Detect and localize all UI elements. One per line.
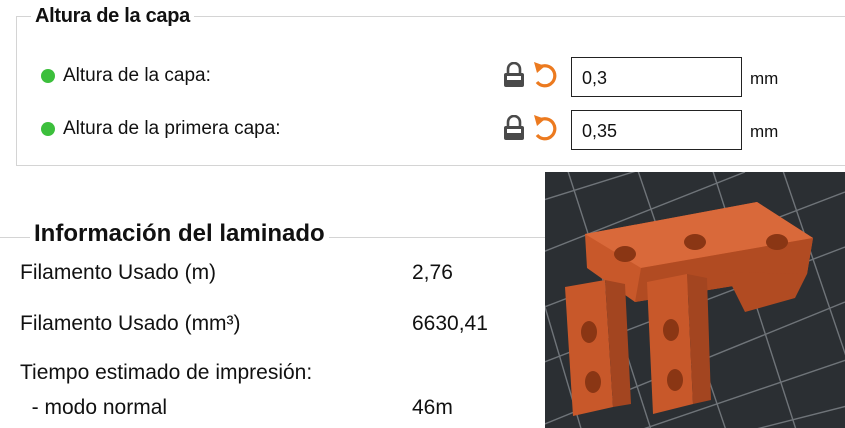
lock-icon[interactable] [502,115,526,141]
filament-used-mm3-label: Filamento Usado (mm³) [20,312,241,335]
slice-info-title: Información del laminado [30,220,329,248]
unit-label: mm [750,122,779,141]
status-dot-icon [41,122,55,136]
filament-used-mm3-value: 6630,41 [412,312,488,335]
filament-used-m-value: 2,76 [412,261,453,284]
param-row-layer-height: Altura de la capa: mm [17,57,845,99]
filament-used-m-label: Filamento Usado (m) [20,261,217,284]
model-preview-canvas [545,172,845,428]
slicer-settings-panel: Altura de la capa Altura de la capa: mm … [0,0,845,428]
status-dot-icon [41,69,55,83]
model-preview-viewport[interactable] [545,172,845,428]
unit-label: mm [750,69,779,88]
normal-mode-label: - modo normal [20,396,168,419]
param-label-layer-height: Altura de la capa: [63,65,211,86]
layer-height-group: Altura de la capa Altura de la capa: mm … [16,5,845,166]
lock-icon[interactable] [502,62,526,88]
undo-arrow-icon[interactable] [531,113,559,143]
param-row-first-layer-height: Altura de la primera capa: mm [17,110,845,152]
slice-info-group: Información del laminado Filamento Usado… [0,220,545,428]
layer-height-input[interactable] [571,57,742,97]
normal-mode-time-value: 46m [412,396,453,419]
first-layer-height-input[interactable] [571,110,742,150]
layer-height-group-title: Altura de la capa [31,5,194,28]
param-label-first-layer-height: Altura de la primera capa: [63,118,281,139]
estimated-print-time-label: Tiempo estimado de impresión: [20,361,313,384]
undo-arrow-icon[interactable] [531,60,559,90]
